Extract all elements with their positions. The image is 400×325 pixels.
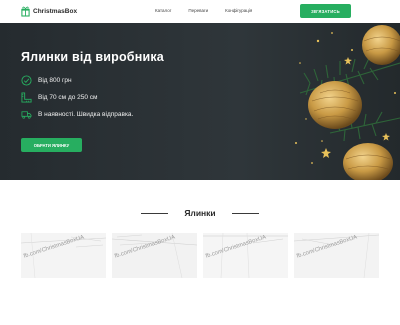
section-title: Ялинки [184,208,216,218]
section-header: Ялинки [0,205,400,219]
product-card[interactable]: fb.com/ChristmasBoxUA [294,233,379,278]
hero-title: Ялинки від виробника [21,50,164,64]
nav-item-advantages[interactable]: Переваги [188,8,208,13]
contact-button[interactable]: ЗВ'ЯЗАТИСЬ [300,4,351,18]
feature-price-text: Від 800 грн [38,77,72,84]
gift-icon [21,6,30,17]
product-card[interactable]: fb.com/ChristmasBoxUA [112,233,197,278]
hero-banner: Ялинки від виробника Від 800 грн Від 70 … [0,23,400,180]
feature-size-text: Від 70 см до 250 см [38,94,98,101]
logo-text: ChristmasBox [33,7,78,15]
ruler-icon [21,92,32,103]
product-card[interactable]: fb.com/ChristmasBoxUA [21,233,106,278]
delivery-icon [21,111,32,119]
price-tag-icon [21,75,32,86]
site-header: ChristmasBox Каталог Переваги Конфігурац… [0,0,400,23]
product-grid: fb.com/ChristmasBoxUA fb.com/ChristmasBo… [21,233,379,278]
title-divider-right [232,213,259,214]
feature-price: Від 800 грн [21,75,72,86]
feature-delivery-text: В наявності. Швидка відправка. [38,111,134,118]
choose-tree-button[interactable]: ОБРАТИ ЯЛИНКУ [21,138,82,152]
feature-size: Від 70 см до 250 см [21,92,98,103]
logo[interactable]: ChristmasBox [21,4,77,18]
main-nav: Каталог Переваги Конфігурація [155,8,269,13]
feature-delivery: В наявності. Швидка відправка. [21,109,133,120]
product-card[interactable]: fb.com/ChristmasBoxUA [203,233,288,278]
nav-item-configuration[interactable]: Конфігурація [225,8,252,13]
nav-item-catalog[interactable]: Каталог [155,8,171,13]
